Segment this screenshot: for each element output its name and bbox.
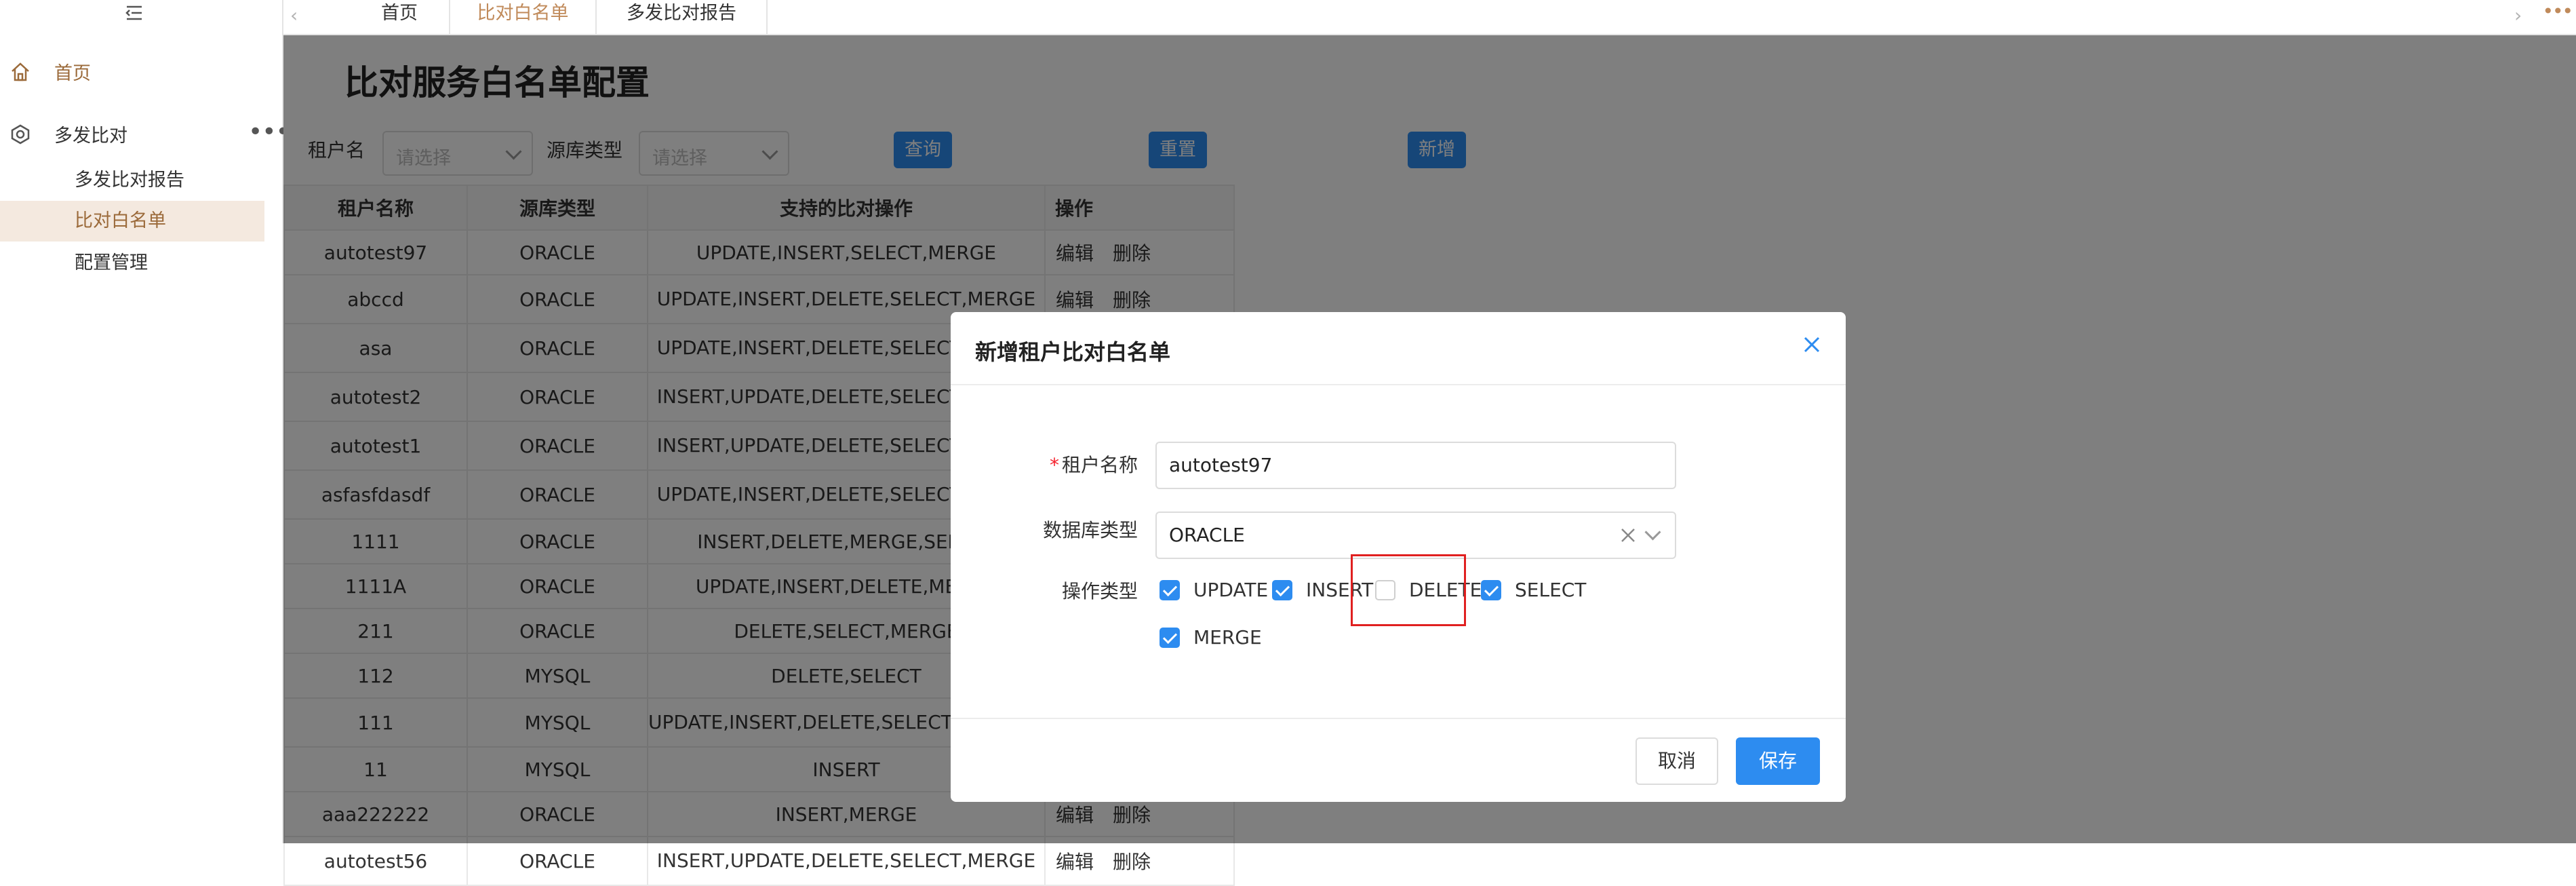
sidebar-item-home-label: 首页	[54, 63, 91, 84]
add-whitelist-dialog: 新增租户比对白名单 * 租户名称 autotest97 数据库类型 ORACLE …	[951, 312, 1846, 802]
checkbox-select-label: SELECT	[1515, 579, 1587, 601]
edit-link[interactable]: 编辑	[1056, 847, 1094, 874]
db-type-label: 数据库类型	[1042, 519, 1138, 541]
clear-icon[interactable]	[1619, 526, 1637, 544]
checkbox-update[interactable]: UPDATE	[1160, 579, 1268, 601]
tab-scroll-right-icon[interactable]: ›	[2514, 4, 2522, 26]
checkbox-update-label: UPDATE	[1193, 579, 1269, 601]
sidebar-item-whitelist[interactable]: 比对白名单	[0, 201, 264, 242]
cell-actions: 编辑删除	[1044, 836, 1235, 886]
menu-collapse-icon[interactable]	[124, 3, 144, 23]
sidebar-item-compare-report[interactable]: 多发比对报告	[0, 160, 264, 201]
chevron-down-icon	[1644, 524, 1661, 541]
sidebar: 首页 多发比对 ••• 多发比对报告 比对白名单 配置管理	[0, 0, 290, 843]
home-icon	[12, 62, 29, 81]
settings-hex-icon	[11, 124, 30, 144]
op-type-label: 操作类型	[1061, 580, 1138, 602]
sidebar-item-config[interactable]: 配置管理	[0, 243, 264, 284]
required-mark: *	[1049, 454, 1059, 476]
db-type-select[interactable]: ORACLE	[1155, 512, 1676, 559]
checkbox-merge-label: MERGE	[1193, 626, 1262, 649]
tab-bar: ‹ 首页 比对白名单 多发比对报告 › •••	[283, 0, 2576, 35]
delete-link[interactable]: 删除	[1113, 847, 1151, 874]
sidebar-item-home[interactable]: 首页	[9, 58, 91, 85]
checkbox-checked-icon[interactable]	[1481, 579, 1501, 600]
tenant-name-input[interactable]: autotest97	[1155, 442, 1676, 489]
dialog-title: 新增租户比对白名单	[975, 339, 1171, 365]
checkbox-checked-icon[interactable]	[1272, 579, 1292, 600]
save-button[interactable]: 保存	[1736, 737, 1820, 785]
cancel-button[interactable]: 取消	[1636, 737, 1718, 785]
tab-scroll-left-icon[interactable]: ‹	[290, 4, 298, 26]
table-row: autotest56 ORACLE INSERT,UPDATE,DELETE,SEL…	[283, 836, 1235, 886]
tenant-name-label: * 租户名称	[1002, 450, 1138, 478]
sidebar-group-compare[interactable]: 多发比对	[9, 121, 127, 147]
checkbox-checked-icon[interactable]	[1160, 627, 1180, 648]
checkbox-checked-icon[interactable]	[1160, 579, 1180, 600]
dialog-header-divider	[951, 384, 1846, 385]
checkbox-select[interactable]: SELECT	[1481, 579, 1586, 601]
db-type-value: ORACLE	[1169, 524, 1245, 546]
close-icon[interactable]	[1798, 331, 1825, 358]
cell-tenant: autotest56	[283, 836, 468, 886]
checkbox-merge[interactable]: MERGE	[1160, 626, 1262, 649]
dialog-footer-divider	[951, 718, 1846, 719]
cell-ops: INSERT,UPDATE,DELETE,SELECT,MERGE	[647, 836, 1046, 886]
cell-source: ORACLE	[467, 836, 648, 886]
tab-home[interactable]: 首页	[339, 0, 461, 34]
highlight-box	[1351, 554, 1466, 626]
tab-whitelist[interactable]: 比对白名单	[449, 0, 597, 34]
tab-compare-report[interactable]: 多发比对报告	[597, 0, 768, 34]
sidebar-group-compare-label: 多发比对	[54, 126, 127, 147]
tenant-name-label-text: 租户名称	[1061, 454, 1138, 476]
tab-more-icon[interactable]: •••	[2542, 0, 2573, 22]
